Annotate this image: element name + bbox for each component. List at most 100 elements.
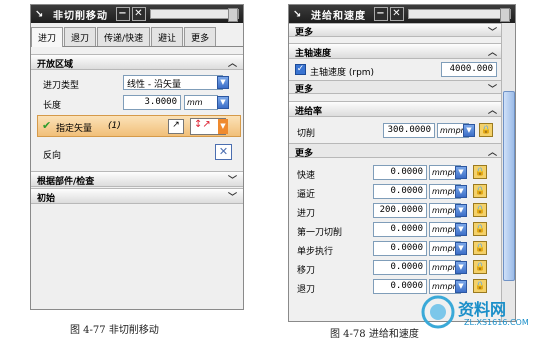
- arrow-icon: ↘: [293, 8, 303, 20]
- feed-row-label: 第一刀切削: [297, 228, 343, 238]
- chevron-up-icon: ︿: [487, 148, 497, 158]
- lock-icon[interactable]: 🔒: [479, 123, 493, 137]
- spindle-speed-input[interactable]: 4000.000: [441, 62, 497, 77]
- feed-row-label: 单步执行: [297, 247, 334, 257]
- dialog-empty-area: [31, 205, 243, 309]
- lock-icon[interactable]: 🔒: [473, 260, 487, 274]
- section-open-area-label: 开放区域: [37, 60, 74, 70]
- chevron-up-icon: ︿: [487, 48, 497, 58]
- tab-strip: 进刀 退刀 传递/快速 避让 更多: [31, 27, 243, 47]
- chevron-up-icon: ︿: [487, 106, 497, 116]
- top-more-label: 更多: [295, 28, 314, 38]
- dialog-title: 非切削移动: [53, 10, 108, 22]
- caption-left: 图 4-77 非切削移动: [70, 325, 159, 336]
- more-subsection[interactable]: 更多 ︿: [289, 143, 515, 159]
- feed-row-input[interactable]: 0.0000: [373, 165, 427, 180]
- check-icon: ✔: [42, 119, 52, 132]
- section-part-check[interactable]: 根据部件/检查 ﹀: [31, 171, 243, 187]
- close-button[interactable]: ✕: [390, 7, 404, 21]
- feed-row-label: 退刀: [297, 285, 316, 295]
- section-part-check-label: 根据部件/检查: [37, 177, 95, 187]
- chevron-down-icon: ﹀: [227, 193, 237, 203]
- feed-row-input[interactable]: 0.0000: [373, 222, 427, 237]
- unit-dropdown-icon[interactable]: ▼: [455, 261, 467, 274]
- tab-engage[interactable]: 进刀: [31, 27, 64, 47]
- feed-row-input[interactable]: 0.0000: [373, 279, 427, 294]
- feeds-and-speeds-dialog: ↘ 进给和速度 − ✕ 更多 ﹀ 主轴速度 ︿ ✓ 主轴速度 (rpm) 400…: [288, 4, 516, 322]
- feed-row-input[interactable]: 0.0000: [373, 260, 427, 275]
- lock-icon[interactable]: 🔒: [473, 222, 487, 236]
- specify-vector-count: (1): [108, 121, 121, 131]
- feed-row-input[interactable]: 200.0000: [373, 203, 427, 218]
- unit-dropdown-icon[interactable]: ▼: [463, 124, 475, 137]
- section-spindle[interactable]: 主轴速度 ︿: [289, 43, 515, 59]
- title-bar: ↘ 非切削移动 − ✕: [31, 5, 243, 23]
- top-more-section[interactable]: 更多 ﹀: [289, 23, 515, 38]
- section-initial-label: 初始: [37, 194, 56, 204]
- vector-dropdown-icon[interactable]: ▼: [218, 119, 228, 134]
- close-button[interactable]: ✕: [132, 7, 146, 21]
- spindle-checkbox[interactable]: ✓: [295, 64, 306, 75]
- section-spindle-label: 主轴速度: [295, 49, 332, 59]
- lock-icon[interactable]: 🔒: [473, 241, 487, 255]
- lock-icon[interactable]: 🔒: [473, 165, 487, 179]
- unit-dropdown-icon[interactable]: ▼: [455, 204, 467, 217]
- feed-row-label: 移刀: [297, 266, 316, 276]
- chevron-down-icon[interactable]: ▼: [217, 76, 229, 89]
- unit-dropdown-icon[interactable]: ▼: [217, 96, 229, 109]
- feed-row-label: 进刀: [297, 209, 316, 219]
- scroll-thumb[interactable]: [503, 91, 515, 281]
- lock-icon[interactable]: 🔒: [473, 203, 487, 217]
- engage-type-select[interactable]: 线性 - 沿矢量: [123, 75, 223, 90]
- section-feed[interactable]: 进给率 ︿: [289, 101, 515, 117]
- section-open-area[interactable]: 开放区域 ︿: [31, 54, 243, 70]
- length-input[interactable]: 3.0000: [123, 95, 181, 110]
- dialog-title: 进给和速度: [311, 10, 366, 22]
- arrow-icon: ↘: [35, 8, 45, 20]
- transparency-slider[interactable]: [408, 8, 511, 22]
- cut-feed-input[interactable]: 300.0000: [383, 123, 435, 138]
- feed-row-label: 逼近: [297, 190, 316, 200]
- vector-dialog-icon[interactable]: ↗: [168, 119, 184, 134]
- spindle-more[interactable]: 更多 ﹀: [289, 80, 515, 95]
- spindle-checkbox-label: 主轴速度 (rpm): [310, 68, 375, 78]
- chevron-down-icon: ﹀: [487, 85, 497, 95]
- chevron-down-icon: ﹀: [227, 176, 237, 186]
- engage-type-value: 线性 - 沿矢量: [127, 80, 181, 90]
- watermark: 资料网 ZL.XS1616.COM: [420, 290, 538, 338]
- minimize-button[interactable]: −: [116, 7, 130, 21]
- watermark-brand: 资料网: [458, 300, 507, 319]
- non-cutting-moves-dialog: ↘ 非切削移动 − ✕ 进刀 退刀 传递/快速 避让 更多 开放区域 ︿ 进刀类…: [30, 4, 244, 310]
- minimize-button[interactable]: −: [374, 7, 388, 21]
- length-unit[interactable]: mm: [184, 95, 218, 110]
- feed-row-input[interactable]: 0.0000: [373, 241, 427, 256]
- chevron-up-icon: ︿: [227, 59, 237, 69]
- unit-dropdown-icon[interactable]: ▼: [455, 166, 467, 179]
- section-feed-label: 进给率: [295, 107, 323, 117]
- cut-label: 切削: [297, 129, 316, 139]
- transparency-slider[interactable]: [150, 8, 239, 22]
- watermark-logo-icon: [421, 295, 455, 329]
- more-label: 更多: [295, 149, 314, 159]
- caption-right: 图 4-78 进给和速度: [330, 329, 419, 340]
- tab-more[interactable]: 更多: [184, 27, 217, 46]
- tab-transfer-rapid[interactable]: 传递/快速: [97, 27, 151, 46]
- chevron-down-icon: ﹀: [487, 28, 497, 38]
- unit-dropdown-icon[interactable]: ▼: [455, 242, 467, 255]
- unit-dropdown-icon[interactable]: ▼: [455, 185, 467, 198]
- tab-avoidance[interactable]: 避让: [151, 27, 184, 46]
- specify-vector-row[interactable]: ✔ 指定矢量 (1) ↗ ↕↗ ▼: [37, 115, 241, 137]
- feed-row-input[interactable]: 0.0000: [373, 184, 427, 199]
- engage-type-label: 进刀类型: [43, 81, 80, 91]
- specify-vector-label: 指定矢量: [56, 124, 93, 134]
- feed-row-label: 快速: [297, 171, 316, 181]
- tab-retract[interactable]: 退刀: [64, 27, 97, 46]
- scrollbar[interactable]: [501, 23, 515, 321]
- title-bar: ↘ 进给和速度 − ✕: [289, 5, 515, 23]
- section-initial[interactable]: 初始 ﹀: [31, 188, 243, 204]
- unit-dropdown-icon[interactable]: ▼: [455, 223, 467, 236]
- reverse-label: 反向: [43, 151, 62, 161]
- lock-icon[interactable]: 🔒: [473, 184, 487, 198]
- length-label: 长度: [43, 101, 62, 111]
- reverse-direction-icon[interactable]: ✕: [215, 144, 232, 160]
